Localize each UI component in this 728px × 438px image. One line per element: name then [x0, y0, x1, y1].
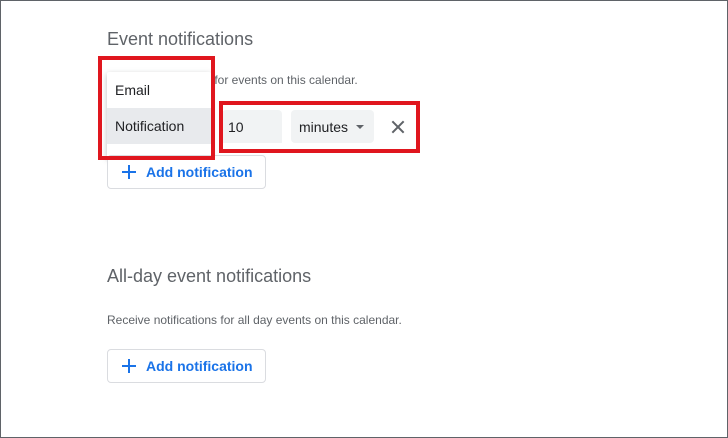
- section-title-event-notifications: Event notifications: [107, 29, 254, 49]
- add-allday-notification-button[interactable]: Add notification: [107, 349, 266, 383]
- section-title-allday-notifications: All-day event notifications: [107, 266, 312, 286]
- allday-notifications-description: Receive notifications for all day events…: [107, 313, 402, 327]
- add-notification-label: Add notification: [146, 164, 253, 180]
- event-notifications-description: s for events on this calendar.: [205, 73, 358, 87]
- plus-icon: [122, 165, 136, 179]
- add-allday-notification-label: Add notification: [146, 358, 253, 374]
- highlight-box-fields: [219, 101, 420, 153]
- add-notification-button[interactable]: Add notification: [107, 155, 266, 189]
- plus-icon: [122, 359, 136, 373]
- highlight-box-menu: [98, 56, 215, 160]
